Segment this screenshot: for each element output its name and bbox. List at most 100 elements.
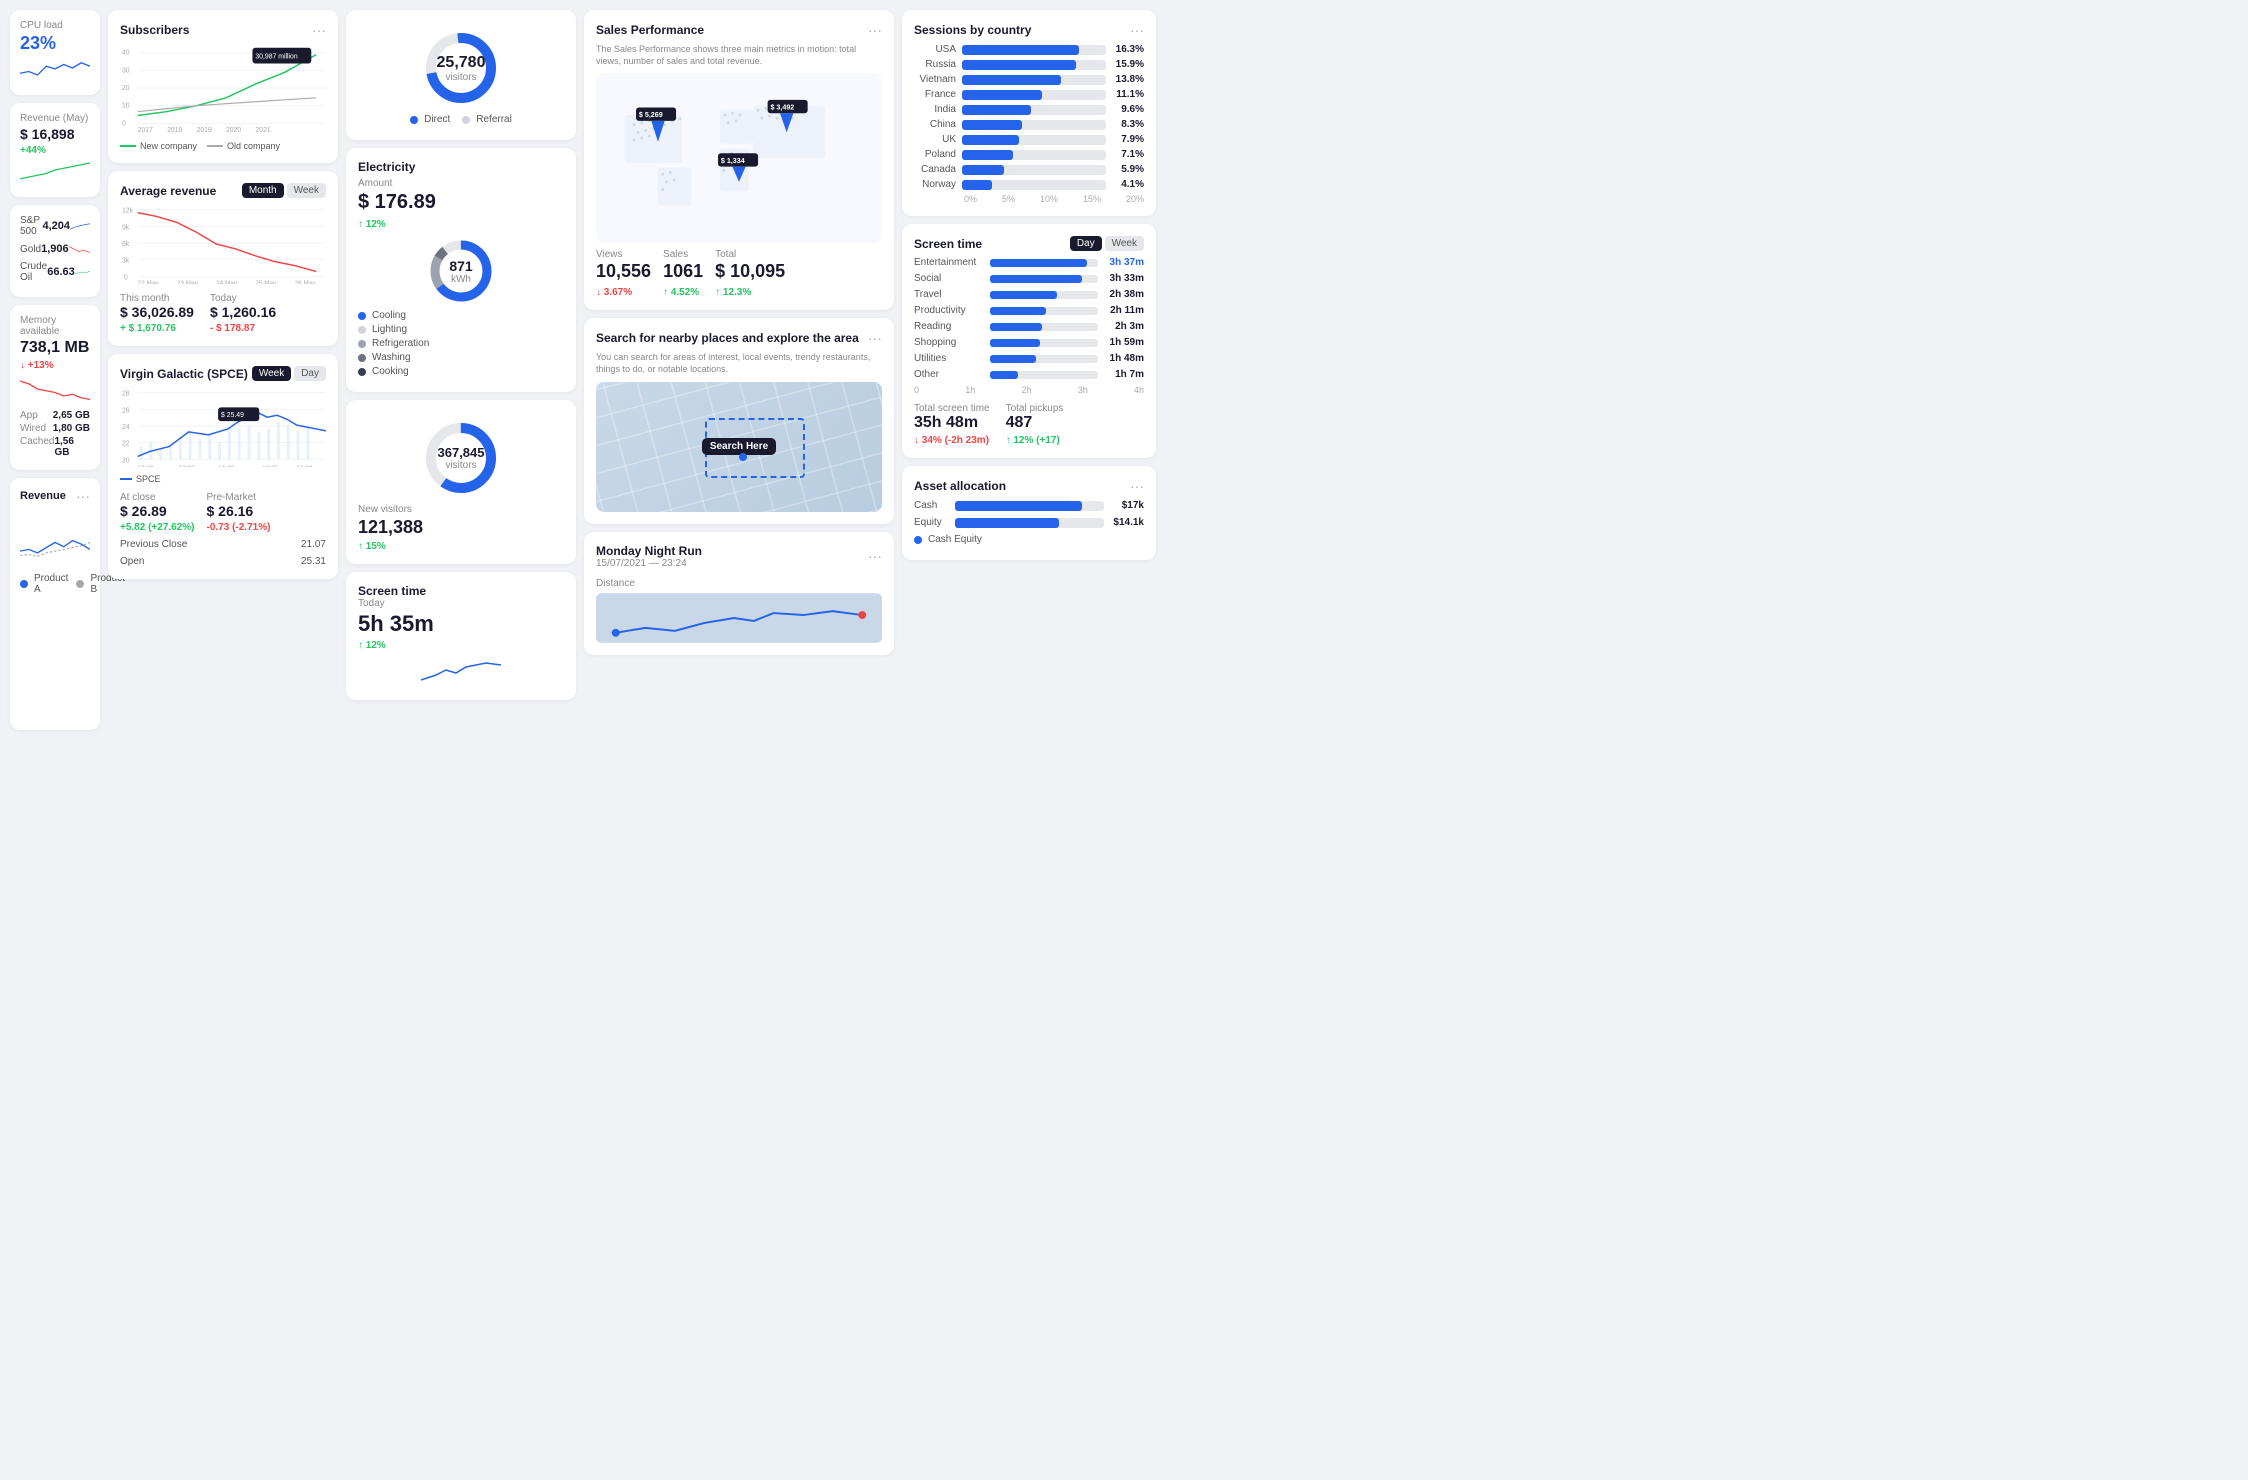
bar-india: India 9.6% bbox=[914, 104, 1144, 115]
electricity-legend: Cooling Lighting Refrigeration Washing C… bbox=[358, 310, 564, 377]
run-route-svg bbox=[596, 593, 882, 643]
other-bar bbox=[990, 371, 1018, 379]
svg-text:2017: 2017 bbox=[138, 127, 153, 134]
sessions-x-axis: 0% 5% 10% 15% 20% bbox=[914, 194, 1144, 204]
gold-sparkline bbox=[69, 241, 90, 257]
norway-bar-fill bbox=[962, 180, 992, 190]
total-pickups-block: Total pickups 487 ↑ 12% (+17) bbox=[1006, 403, 1064, 446]
at-close-label: At close bbox=[120, 492, 195, 503]
poland-bar-fill bbox=[962, 150, 1013, 160]
revenue-may-label: Revenue (May) bbox=[20, 113, 90, 124]
svg-text:2020: 2020 bbox=[226, 127, 241, 134]
avg-month-btn[interactable]: Month bbox=[242, 183, 284, 198]
svg-text:14:00: 14:00 bbox=[218, 465, 234, 467]
bar-france: France 11.1% bbox=[914, 89, 1144, 100]
new-company-label: New company bbox=[140, 141, 197, 151]
bar-usa: USA 16.3% bbox=[914, 44, 1144, 55]
st-entertainment: Entertainment 3h 37m bbox=[914, 257, 1144, 268]
today-value: $ 1,260.16 bbox=[210, 304, 276, 320]
spce-week-btn[interactable]: Week bbox=[252, 366, 291, 381]
svg-text:30: 30 bbox=[122, 67, 130, 74]
subscribers-chart: 40 30 20 10 0 30,987 million 2017 bbox=[120, 44, 326, 134]
sales-perf-menu[interactable]: ··· bbox=[868, 22, 882, 38]
reading-bar bbox=[990, 323, 1042, 331]
bar-uk: UK 7.9% bbox=[914, 134, 1144, 145]
at-close-block: At close $ 26.89 +5.82 (+27.62%) bbox=[120, 492, 195, 533]
russia-bar-fill bbox=[962, 60, 1076, 70]
screen-time-toggle[interactable]: Day Week bbox=[1070, 236, 1144, 251]
referral-dot bbox=[462, 116, 470, 124]
st-shopping: Shopping 1h 59m bbox=[914, 337, 1144, 348]
avg-revenue-toggle[interactable]: Month Week bbox=[242, 183, 326, 198]
st-utilities: Utilities 1h 48m bbox=[914, 353, 1144, 364]
asset-menu[interactable]: ··· bbox=[1130, 478, 1144, 494]
screen-time-day-btn[interactable]: Day bbox=[1070, 236, 1102, 251]
sessions-country-card: Sessions by country ··· USA 16.3% Russia… bbox=[902, 10, 1156, 216]
svg-text:2021: 2021 bbox=[255, 127, 270, 134]
pre-market-value: $ 26.16 bbox=[207, 503, 271, 519]
svg-text:40: 40 bbox=[122, 50, 130, 57]
run-map-placeholder bbox=[596, 593, 882, 643]
kwh-value: 871 bbox=[449, 258, 472, 274]
old-company-line bbox=[207, 145, 223, 147]
st-social: Social 3h 33m bbox=[914, 273, 1144, 284]
svg-text:24: 24 bbox=[122, 424, 130, 431]
usa-bar-fill bbox=[962, 45, 1079, 55]
memory-sparkline bbox=[20, 375, 90, 403]
total-block: Total $ 10,095 ↑ 12.3% bbox=[715, 249, 785, 298]
avg-revenue-chart: 12k 9k 6k 3k 0 22 May 23 May 24 May 25 M… bbox=[120, 204, 326, 284]
screen-time-week-btn[interactable]: Week bbox=[1105, 236, 1144, 251]
asset-legend: Cash Equity bbox=[914, 534, 1144, 545]
run-menu[interactable]: ··· bbox=[868, 548, 882, 564]
memory-rows: App 2,65 GB Wired 1,80 GB Cached 1,56 GB bbox=[20, 410, 90, 458]
sessions-menu[interactable]: ··· bbox=[1130, 22, 1144, 38]
open-row: Open 25.31 bbox=[120, 556, 326, 567]
sales-perf-desc: The Sales Performance shows three main m… bbox=[596, 44, 882, 67]
run-distance-label: Distance bbox=[596, 575, 882, 589]
this-month-value: $ 36,026.89 bbox=[120, 304, 194, 320]
monday-run-card: Monday Night Run 15/07/2021 — 23:24 ··· … bbox=[584, 532, 894, 655]
avg-week-btn[interactable]: Week bbox=[287, 183, 326, 198]
svg-text:26: 26 bbox=[122, 407, 130, 414]
cpu-value: 23% bbox=[20, 33, 90, 54]
revenue-sparkline bbox=[20, 156, 90, 184]
st-reading: Reading 2h 3m bbox=[914, 321, 1144, 332]
run-date: 15/07/2021 — 23:24 bbox=[596, 558, 702, 569]
spce-legend: SPCE bbox=[120, 474, 326, 484]
map-search-badge[interactable]: Search Here bbox=[702, 438, 776, 455]
crudeoil-sparkline bbox=[75, 264, 90, 280]
run-header-text: Monday Night Run 15/07/2021 — 23:24 bbox=[596, 544, 702, 569]
product-a-dot bbox=[20, 580, 28, 588]
world-map-svg: $ 5,269 $ 3,492 $ 1,334 bbox=[596, 73, 882, 243]
spce-legend-label: SPCE bbox=[136, 474, 161, 484]
screen-time-value: 5h 35m bbox=[358, 611, 564, 637]
india-bar-fill bbox=[962, 105, 1031, 115]
revenue-may-value: $ 16,898 bbox=[20, 126, 90, 142]
equity-bar bbox=[955, 518, 1059, 528]
memory-card: Memory available 738,1 MB ↓ +13% App 2,6… bbox=[10, 305, 100, 470]
nearby-map[interactable]: Search Here bbox=[596, 382, 882, 512]
shopping-bar bbox=[990, 339, 1040, 347]
subscribers-menu[interactable]: ··· bbox=[312, 22, 326, 38]
lighting-dot bbox=[358, 326, 366, 334]
product-b-dot bbox=[76, 580, 84, 588]
utilities-bar bbox=[990, 355, 1036, 363]
gold-value: 1,906 bbox=[41, 243, 69, 255]
svg-text:25 May: 25 May bbox=[255, 280, 277, 284]
entertainment-bar bbox=[990, 259, 1087, 267]
revenue-mini-menu[interactable]: ··· bbox=[76, 488, 90, 504]
col2: Subscribers ··· 40 30 20 10 0 3 bbox=[108, 10, 338, 730]
subscribers-title: Subscribers bbox=[120, 23, 189, 37]
svg-text:3k: 3k bbox=[122, 258, 130, 265]
spce-day-btn[interactable]: Day bbox=[294, 366, 326, 381]
electricity-amount: $ 176.89 bbox=[358, 191, 564, 214]
prev-close-label: Previous Close bbox=[120, 539, 187, 550]
mem-cached: Cached 1,56 GB bbox=[20, 436, 90, 458]
nearby-menu[interactable]: ··· bbox=[868, 330, 882, 346]
revenue-mini-title: Revenue bbox=[20, 490, 66, 502]
spce-toggle[interactable]: Week Day bbox=[252, 366, 326, 381]
this-month-block: This month $ 36,026.89 + $ 1,670.76 bbox=[120, 293, 194, 334]
social-bar bbox=[990, 275, 1082, 283]
asset-cash: Cash $17k bbox=[914, 500, 1144, 511]
svg-text:0: 0 bbox=[122, 120, 126, 127]
